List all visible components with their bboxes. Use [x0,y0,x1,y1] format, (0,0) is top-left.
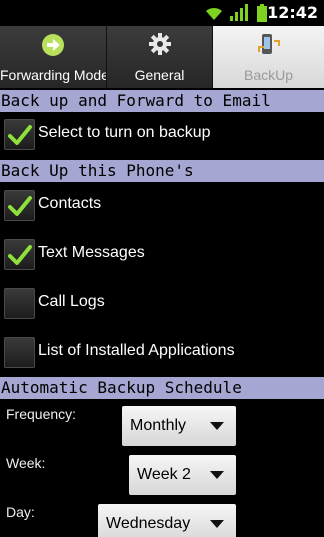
status-time: 12:42 [267,3,318,22]
section-header-backup-phone: Back Up this Phone's [0,160,324,182]
gear-icon [148,33,171,55]
dropdown-arrow-icon [210,422,224,430]
backup-toggle-checkbox[interactable] [4,119,35,150]
week-spinner[interactable]: Week 2 [129,455,236,495]
call-logs-checkbox[interactable] [4,288,35,319]
backup-item-text-messages[interactable]: Text Messages [0,233,324,277]
tab-label: BackUp [243,67,294,83]
tab-forwarding-mode[interactable]: Forwarding Mode [0,26,107,88]
day-spinner[interactable]: Wednesday [98,504,236,537]
wifi-icon [206,7,222,20]
checkmark-icon [8,245,32,265]
frequency-value: Monthly [130,417,187,434]
arrow-right-icon [42,34,64,56]
text-messages-label: Text Messages [38,244,145,261]
dropdown-arrow-icon [210,520,224,528]
week-value: Week 2 [137,466,191,483]
checkmark-icon [8,196,32,216]
tab-bar: Forwarding Mode General BackUp [0,26,324,88]
tab-general[interactable]: General [107,26,213,88]
backup-icon [257,34,280,54]
tab-label: Forwarding Mode [0,67,107,83]
dropdown-arrow-icon [210,471,224,479]
contacts-checkbox[interactable] [4,190,35,221]
contacts-label: Contacts [38,195,102,212]
backup-item-call-logs[interactable]: Call Logs [0,282,324,326]
day-label: Day: [6,504,35,520]
call-logs-label: Call Logs [38,293,105,310]
text-messages-checkbox[interactable] [4,239,35,270]
signal-icon [230,4,248,21]
frequency-spinner[interactable]: Monthly [122,406,236,446]
backup-item-installed-apps[interactable]: List of Installed Applications [0,331,324,375]
backup-toggle-row[interactable]: Select to turn on backup [0,113,324,157]
section-header-schedule: Automatic Backup Schedule [0,377,324,399]
tab-label: General [134,67,185,83]
week-label: Week: [6,455,46,471]
backup-toggle-label: Select to turn on backup [38,124,211,141]
checkmark-icon [8,125,32,145]
installed-apps-label: List of Installed Applications [38,342,235,359]
tab-backup[interactable]: BackUp [213,26,324,88]
day-value: Wednesday [106,515,191,532]
status-bar: 12:42 [0,0,324,26]
section-header-backup-forward: Back up and Forward to Email [0,90,324,112]
frequency-label: Frequency: [6,406,77,422]
backup-item-contacts[interactable]: Contacts [0,184,324,228]
installed-apps-checkbox[interactable] [4,337,35,368]
